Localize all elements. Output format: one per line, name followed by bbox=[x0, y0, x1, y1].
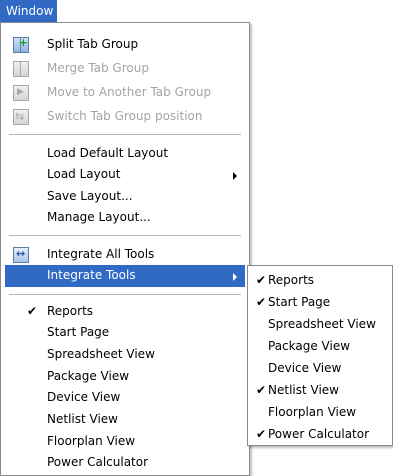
menu-separator bbox=[9, 235, 241, 236]
check-icon: ✔ bbox=[256, 273, 267, 287]
menu-item-label: Spreadsheet View bbox=[47, 347, 155, 361]
submenu-item-label: Floorplan View bbox=[268, 405, 357, 419]
menu-item-spreadsheet-view[interactable]: Spreadsheet View bbox=[5, 344, 245, 366]
menu-item-label: Integrate Tools bbox=[47, 268, 136, 282]
menu-item-merge-tab-group[interactable]: Merge Tab Group bbox=[5, 58, 245, 80]
menu-item-label: Switch Tab Group position bbox=[47, 109, 203, 123]
menu-separator bbox=[9, 134, 241, 135]
submenu-item-label: Netlist View bbox=[268, 383, 339, 397]
integrate-tools-submenu: ✔ Reports ✔ Start Page Spreadsheet View … bbox=[247, 265, 393, 446]
menu-item-label: Floorplan View bbox=[47, 434, 136, 448]
menu-item-label: Device View bbox=[47, 390, 121, 404]
submenu-item-reports[interactable]: ✔ Reports bbox=[250, 270, 390, 292]
menu-item-load-default-layout[interactable]: Load Default Layout bbox=[5, 143, 245, 165]
menu-item-integrate-tools[interactable]: Integrate Tools bbox=[5, 265, 245, 287]
menu-item-switch-tab-group-position[interactable]: Switch Tab Group position bbox=[5, 106, 245, 128]
menu-item-manage-layout[interactable]: Manage Layout... bbox=[5, 207, 245, 229]
menu-item-floorplan-view[interactable]: Floorplan View bbox=[5, 431, 245, 453]
submenu-item-label: Spreadsheet View bbox=[268, 317, 376, 331]
submenu-item-netlist-view[interactable]: ✔ Netlist View bbox=[250, 380, 390, 402]
menu-item-label: Split Tab Group bbox=[47, 37, 139, 51]
menu-item-label: Reports bbox=[47, 304, 94, 318]
submenu-item-spreadsheet-view[interactable]: Spreadsheet View bbox=[250, 314, 390, 336]
menu-item-integrate-all-tools[interactable]: Integrate All Tools bbox=[5, 244, 245, 266]
menu-item-netlist-view[interactable]: Netlist View bbox=[5, 409, 245, 431]
submenu-item-power-calculator[interactable]: ✔ Power Calculator bbox=[250, 424, 390, 446]
menu-item-save-layout[interactable]: Save Layout... bbox=[5, 186, 245, 208]
check-icon: ✔ bbox=[256, 427, 267, 441]
submenu-item-package-view[interactable]: Package View bbox=[250, 336, 390, 358]
check-icon: ✔ bbox=[256, 383, 267, 397]
menu-item-move-to-another-tab-group[interactable]: Move to Another Tab Group bbox=[5, 82, 245, 104]
menu-separator bbox=[9, 294, 241, 295]
menu-item-package-view[interactable]: Package View bbox=[5, 366, 245, 388]
menu-item-label: Load Layout bbox=[47, 167, 121, 181]
menu-item-label: Netlist View bbox=[47, 412, 118, 426]
menu-item-label: Merge Tab Group bbox=[47, 61, 149, 75]
menu-item-power-calculator[interactable]: Power Calculator bbox=[5, 452, 245, 474]
submenu-arrow-icon bbox=[233, 273, 237, 281]
menu-item-label: Power Calculator bbox=[47, 455, 149, 469]
menu-item-label: Integrate All Tools bbox=[47, 247, 155, 261]
move-tab-icon bbox=[13, 85, 29, 101]
menu-item-start-page[interactable]: Start Page bbox=[5, 322, 245, 344]
window-menu: Split Tab Group Merge Tab Group Move to … bbox=[0, 22, 250, 476]
submenu-item-label: Package View bbox=[268, 339, 351, 353]
menu-item-label: Save Layout... bbox=[47, 189, 133, 203]
switch-tab-group-icon bbox=[13, 109, 29, 125]
menu-item-label: Load Default Layout bbox=[47, 146, 169, 160]
menu-item-load-layout[interactable]: Load Layout bbox=[5, 164, 245, 186]
menu-item-label: Package View bbox=[47, 369, 130, 383]
menu-item-label: Move to Another Tab Group bbox=[47, 85, 212, 99]
submenu-item-label: Power Calculator bbox=[268, 427, 370, 441]
menu-item-device-view[interactable]: Device View bbox=[5, 387, 245, 409]
menu-item-label: Start Page bbox=[47, 325, 110, 339]
submenu-item-label: Start Page bbox=[268, 295, 331, 309]
menu-item-label: Manage Layout... bbox=[47, 210, 151, 224]
submenu-item-start-page[interactable]: ✔ Start Page bbox=[250, 292, 390, 314]
submenu-arrow-icon bbox=[233, 172, 237, 180]
submenu-item-floorplan-view[interactable]: Floorplan View bbox=[250, 402, 390, 424]
check-icon: ✔ bbox=[256, 295, 267, 309]
split-tab-group-icon bbox=[13, 36, 29, 53]
merge-tab-group-icon bbox=[13, 61, 29, 77]
window-menu-title[interactable]: Window bbox=[0, 0, 57, 22]
integrate-all-tools-icon bbox=[13, 247, 29, 263]
check-icon: ✔ bbox=[27, 304, 38, 318]
submenu-item-device-view[interactable]: Device View bbox=[250, 358, 390, 380]
menu-item-reports[interactable]: ✔ Reports bbox=[5, 301, 245, 323]
menu-item-split-tab-group[interactable]: Split Tab Group bbox=[5, 34, 245, 56]
submenu-item-label: Reports bbox=[268, 273, 315, 287]
submenu-item-label: Device View bbox=[268, 361, 342, 375]
